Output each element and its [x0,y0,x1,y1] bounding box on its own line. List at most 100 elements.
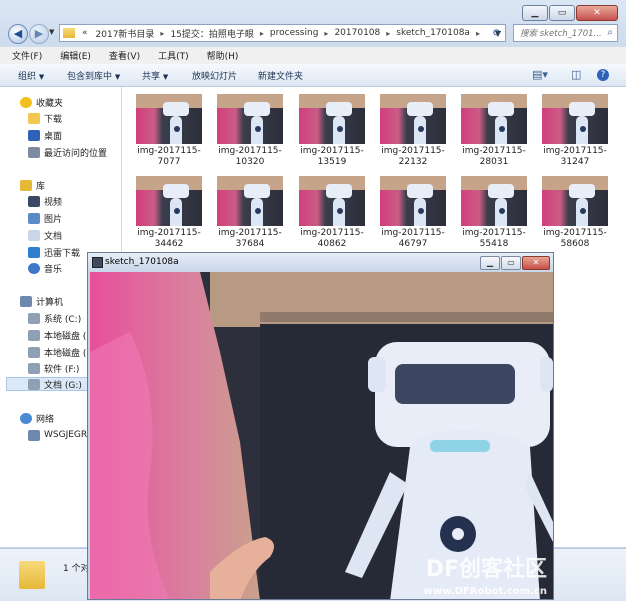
image-thumbnail [542,94,608,144]
file-name: img-2017115-31247 [543,146,607,167]
menu-tools[interactable]: 工具(T) [146,47,195,64]
file-item[interactable]: img-2017115-37684 [216,176,284,250]
desktop-icon [28,129,40,141]
recent-places-icon [28,146,40,158]
file-item[interactable]: img-2017115-7077 [135,94,203,168]
sketch-maximize-button[interactable]: ▭ [501,256,521,270]
chevron-right-icon[interactable]: ▸ [258,29,266,38]
address-segment[interactable]: 2017新书目录 [92,27,159,40]
organize-button[interactable]: 组织 ▼ [18,69,44,82]
file-item[interactable]: img-2017115-34462 [135,176,203,250]
slideshow-button[interactable]: 放映幻灯片 [192,69,237,82]
sketch-title-bar[interactable]: sketch_170108a ▁ ▭ ✕ [88,253,553,272]
search-box[interactable]: ⌕ [513,24,618,42]
menu-file[interactable]: 文件(F) [0,47,48,64]
address-bar[interactable]: « 2017新书目录 ▸ 15提交：拍照电子眼 ▸ processing ▸ 2… [59,24,506,42]
nav-label: 库 [36,181,46,192]
minimize-button[interactable]: ▁ [522,5,548,21]
address-segment[interactable]: sketch_170108a [392,28,474,38]
nav-thunder[interactable]: 迅雷下载 [28,245,80,259]
processing-app-icon [92,257,103,268]
video-icon [28,195,40,207]
back-button[interactable]: ◀ [8,24,28,44]
help-icon[interactable]: ? [597,69,609,81]
nav-documents[interactable]: 文档 [28,228,62,242]
address-segment[interactable]: 20170108 [330,28,384,38]
maximize-button[interactable]: ▭ [549,5,575,21]
drive-icon [28,378,40,390]
menu-edit[interactable]: 编辑(E) [48,47,97,64]
preview-pane-icon[interactable]: ◫ [571,68,581,81]
nav-host[interactable]: WSGJEGRA [28,428,93,442]
share-button[interactable]: 共享 ▼ [142,69,168,82]
chevron-right-icon[interactable]: ▸ [474,29,482,38]
file-item[interactable]: img-2017115-55418 [460,176,528,250]
nav-drive-c[interactable]: 系统 (C:) [28,311,81,325]
image-thumbnail [299,176,365,226]
address-overflow[interactable]: « [78,28,92,38]
minimize-icon: ▁ [531,8,539,18]
close-button[interactable]: ✕ [576,5,618,21]
address-segment[interactable]: processing [266,28,323,38]
nav-recent[interactable]: 最近访问的位置 [28,145,107,159]
chevron-right-icon[interactable]: ▸ [384,29,392,38]
dropdown-icon: ▼ [38,73,45,81]
new-folder-button[interactable]: 新建文件夹 [258,69,303,82]
nav-drive-f[interactable]: 软件 (F:) [28,361,79,375]
nav-downloads[interactable]: 下载 [28,111,62,125]
window-controls: ▁ ▭ ✕ [522,5,618,21]
nav-label: WSGJEGRA [44,430,93,440]
sketch-window-controls: ▁ ▭ ✕ [480,256,550,270]
nav-music[interactable]: 音乐 [28,261,62,275]
recent-pages-dropdown-icon[interactable]: ▼ [49,28,54,36]
chevron-right-icon[interactable]: ▸ [158,29,166,38]
dropdown-icon: ▼ [162,73,169,81]
nav-label: 迅雷下载 [44,248,81,259]
image-thumbnail [299,94,365,144]
search-input[interactable] [518,26,607,42]
file-item[interactable]: img-2017115-22132 [379,94,447,168]
file-item[interactable]: img-2017115-40862 [298,176,366,250]
sketch-minimize-button[interactable]: ▁ [480,256,500,270]
drive-icon [28,346,40,358]
file-item[interactable]: img-2017115-46797 [379,176,447,250]
nav-label: 桌面 [44,131,63,142]
chevron-right-icon[interactable]: ▸ [322,29,330,38]
search-icon[interactable]: ⌕ [607,27,613,38]
refresh-icon[interactable]: ⟳ [493,28,501,39]
nav-network[interactable]: 网络 [20,411,54,425]
sketch-close-button[interactable]: ✕ [522,256,550,270]
thunder-download-icon [28,246,40,258]
forward-button[interactable]: ▶ [29,24,49,44]
nav-pictures[interactable]: 图片 [28,211,62,225]
menu-view[interactable]: 查看(V) [97,47,146,64]
file-name: img-2017115-13519 [300,146,364,167]
computer-icon [20,295,32,307]
nav-videos[interactable]: 视频 [28,194,62,208]
address-segment[interactable]: 15提交：拍照电子眼 [166,27,257,40]
file-item[interactable]: img-2017115-58608 [541,176,609,250]
file-name: img-2017115-34462 [137,228,201,249]
file-item[interactable]: img-2017115-31247 [541,94,609,168]
maximize-icon: ▭ [557,8,567,18]
image-thumbnail [217,94,283,144]
music-icon [28,262,40,274]
nav-drive-e[interactable]: 本地磁盘 (E [28,345,92,359]
nav-drive-d[interactable]: 本地磁盘 (D [28,328,93,342]
nav-desktop[interactable]: 桌面 [28,128,62,142]
image-thumbnail [136,176,202,226]
include-in-library-button[interactable]: 包含到库中 ▼ [67,69,120,82]
file-item[interactable]: img-2017115-10320 [216,94,284,168]
file-name: img-2017115-40862 [300,228,364,249]
view-options-icon[interactable]: ▤▾ [532,68,548,81]
drive-icon [28,312,40,324]
nav-libraries[interactable]: 库 [20,178,45,192]
image-thumbnail [542,176,608,226]
menu-help[interactable]: 帮助(H) [195,47,245,64]
menu-bar: 文件(F) 编辑(E) 查看(V) 工具(T) 帮助(H) [0,47,626,65]
file-item[interactable]: img-2017115-13519 [298,94,366,168]
nav-favorites[interactable]: 收藏夹 [20,95,63,109]
nav-computer[interactable]: 计算机 [20,294,63,308]
sketch-window[interactable]: sketch_170108a ▁ ▭ ✕ DF创客社区 www.DFRobot.… [87,252,554,600]
file-item[interactable]: img-2017115-28031 [460,94,528,168]
